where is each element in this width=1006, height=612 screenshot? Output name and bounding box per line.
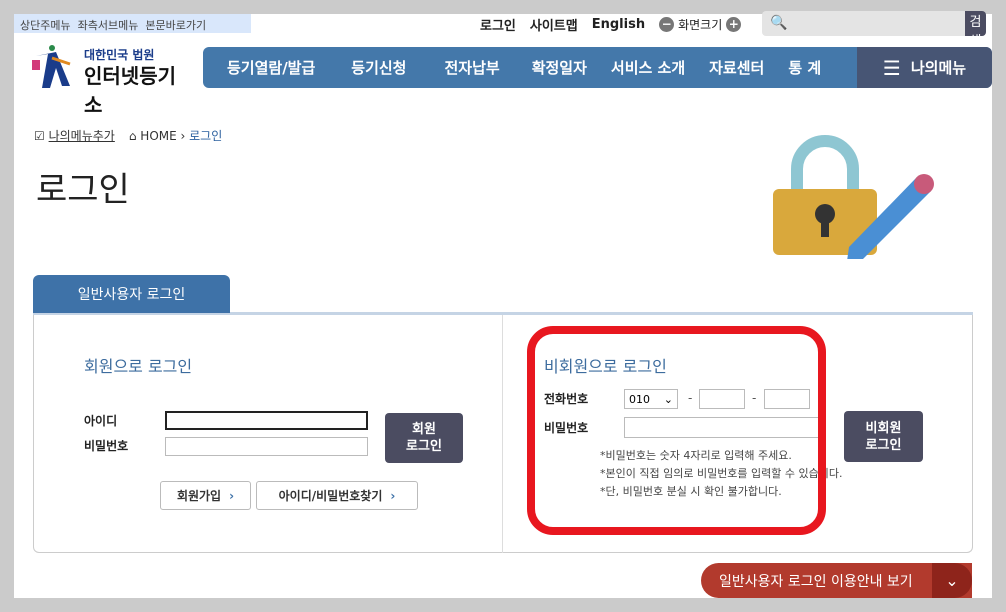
highlight-box <box>527 326 826 535</box>
my-menu-label: 나의메뉴 <box>910 59 967 77</box>
member-login-button[interactable]: 회원로그인 <box>385 413 463 463</box>
add-my-menu-link[interactable]: ☑ 나의메뉴추가 <box>34 127 115 144</box>
sitemap-link[interactable]: 사이트맵 <box>530 15 578 34</box>
search-button[interactable]: 검색 <box>965 11 986 49</box>
nav-item[interactable]: 등기신청 <box>351 57 406 78</box>
search-icon: 🔍 <box>770 15 788 31</box>
my-menu-button[interactable]: ☰ 나의메뉴 <box>857 47 992 88</box>
button-label: 아이디/비밀번호찾기 <box>278 489 383 503</box>
lock-pencil-icon <box>773 135 934 259</box>
id-input[interactable] <box>165 411 368 430</box>
logo[interactable]: 대한민국 법원 인터넷등기소 <box>22 38 192 117</box>
utility-nav: 로그인 사이트맵 English − 화면크기 + <box>480 15 742 34</box>
breadcrumb: ☑ 나의메뉴추가 ⌂ HOME › 로그인 <box>34 127 223 144</box>
button-label: 일반사용자 로그인 이용안내 보기 <box>719 573 913 590</box>
zoom-in-icon[interactable]: + <box>726 17 742 32</box>
court-emblem-icon <box>32 45 71 88</box>
search-input[interactable] <box>762 11 965 36</box>
skip-links: 상단주메뉴 좌측서브메뉴 본문바로가기 <box>14 14 251 33</box>
chevron-right-icon: › <box>390 488 396 503</box>
tab-general-user-login[interactable]: 일반사용자 로그인 <box>33 275 230 313</box>
chevron-down-icon: ⌄ <box>932 563 972 598</box>
home-icon: ⌂ <box>128 129 137 143</box>
login-link[interactable]: 로그인 <box>480 15 516 34</box>
add-my-menu-label: 나의메뉴추가 <box>48 129 115 143</box>
find-id-password-button[interactable]: 아이디/비밀번호찾기 › <box>256 481 418 510</box>
skip-link[interactable]: 좌측서브메뉴 <box>78 17 139 32</box>
button-label: 회원 <box>412 422 436 437</box>
password-label: 비밀번호 <box>84 439 129 453</box>
login-guide-button[interactable]: 일반사용자 로그인 이용안내 보기 ⌄ <box>701 563 972 598</box>
page: 상단주메뉴 좌측서브메뉴 본문바로가기 로그인 사이트맵 English − 화… <box>14 11 992 598</box>
nav-item[interactable]: 등기열람/발급 <box>227 57 315 78</box>
skip-link[interactable]: 상단주메뉴 <box>20 17 71 32</box>
member-login-title: 회원으로 로그인 <box>84 357 193 376</box>
screen-size-label: 화면크기 <box>678 18 723 32</box>
breadcrumb-current: 로그인 <box>189 129 223 143</box>
button-label: 비회원 <box>865 420 902 436</box>
nav-item[interactable]: 통 계 <box>788 57 821 78</box>
nav-item[interactable]: 서비스 소개 <box>611 57 685 78</box>
screen-size-control: − 화면크기 + <box>659 16 742 33</box>
zoom-out-icon[interactable]: − <box>659 17 675 32</box>
chevron-right-icon: › <box>229 488 235 503</box>
guest-login-button[interactable]: 비회원 로그인 <box>844 411 923 462</box>
skip-link[interactable]: 본문바로가기 <box>145 17 206 32</box>
login-panel: 회원으로 로그인 아이디 비밀번호 회원로그인 회원가입 › 아이디/비밀번호찾기… <box>33 315 973 553</box>
logo-title: 인터넷등기소 <box>84 64 176 117</box>
password-input[interactable] <box>165 437 368 456</box>
button-label: 로그인 <box>865 437 902 453</box>
nav-item[interactable]: 확정일자 <box>532 57 587 78</box>
id-label: 아이디 <box>84 414 118 428</box>
button-label: 회원가입 <box>176 489 222 503</box>
nav-item[interactable]: 전자납부 <box>444 57 499 78</box>
page-title: 로그인 <box>36 170 130 210</box>
button-label: 로그인 <box>406 439 442 454</box>
breadcrumb-home[interactable]: HOME <box>140 129 176 143</box>
nav-item[interactable]: 자료센터 <box>709 57 764 78</box>
main-nav: 등기열람/발급 등기신청 전자납부 확정일자 서비스 소개 자료센터 통 계 ☰… <box>203 47 992 88</box>
search-bar: 🔍 검색 <box>762 11 986 49</box>
checkbox-icon: ☑ <box>34 129 45 143</box>
hamburger-icon: ☰ <box>882 55 901 80</box>
divider <box>502 315 503 553</box>
join-button[interactable]: 회원가입 › <box>160 481 251 510</box>
english-link[interactable]: English <box>592 17 645 32</box>
